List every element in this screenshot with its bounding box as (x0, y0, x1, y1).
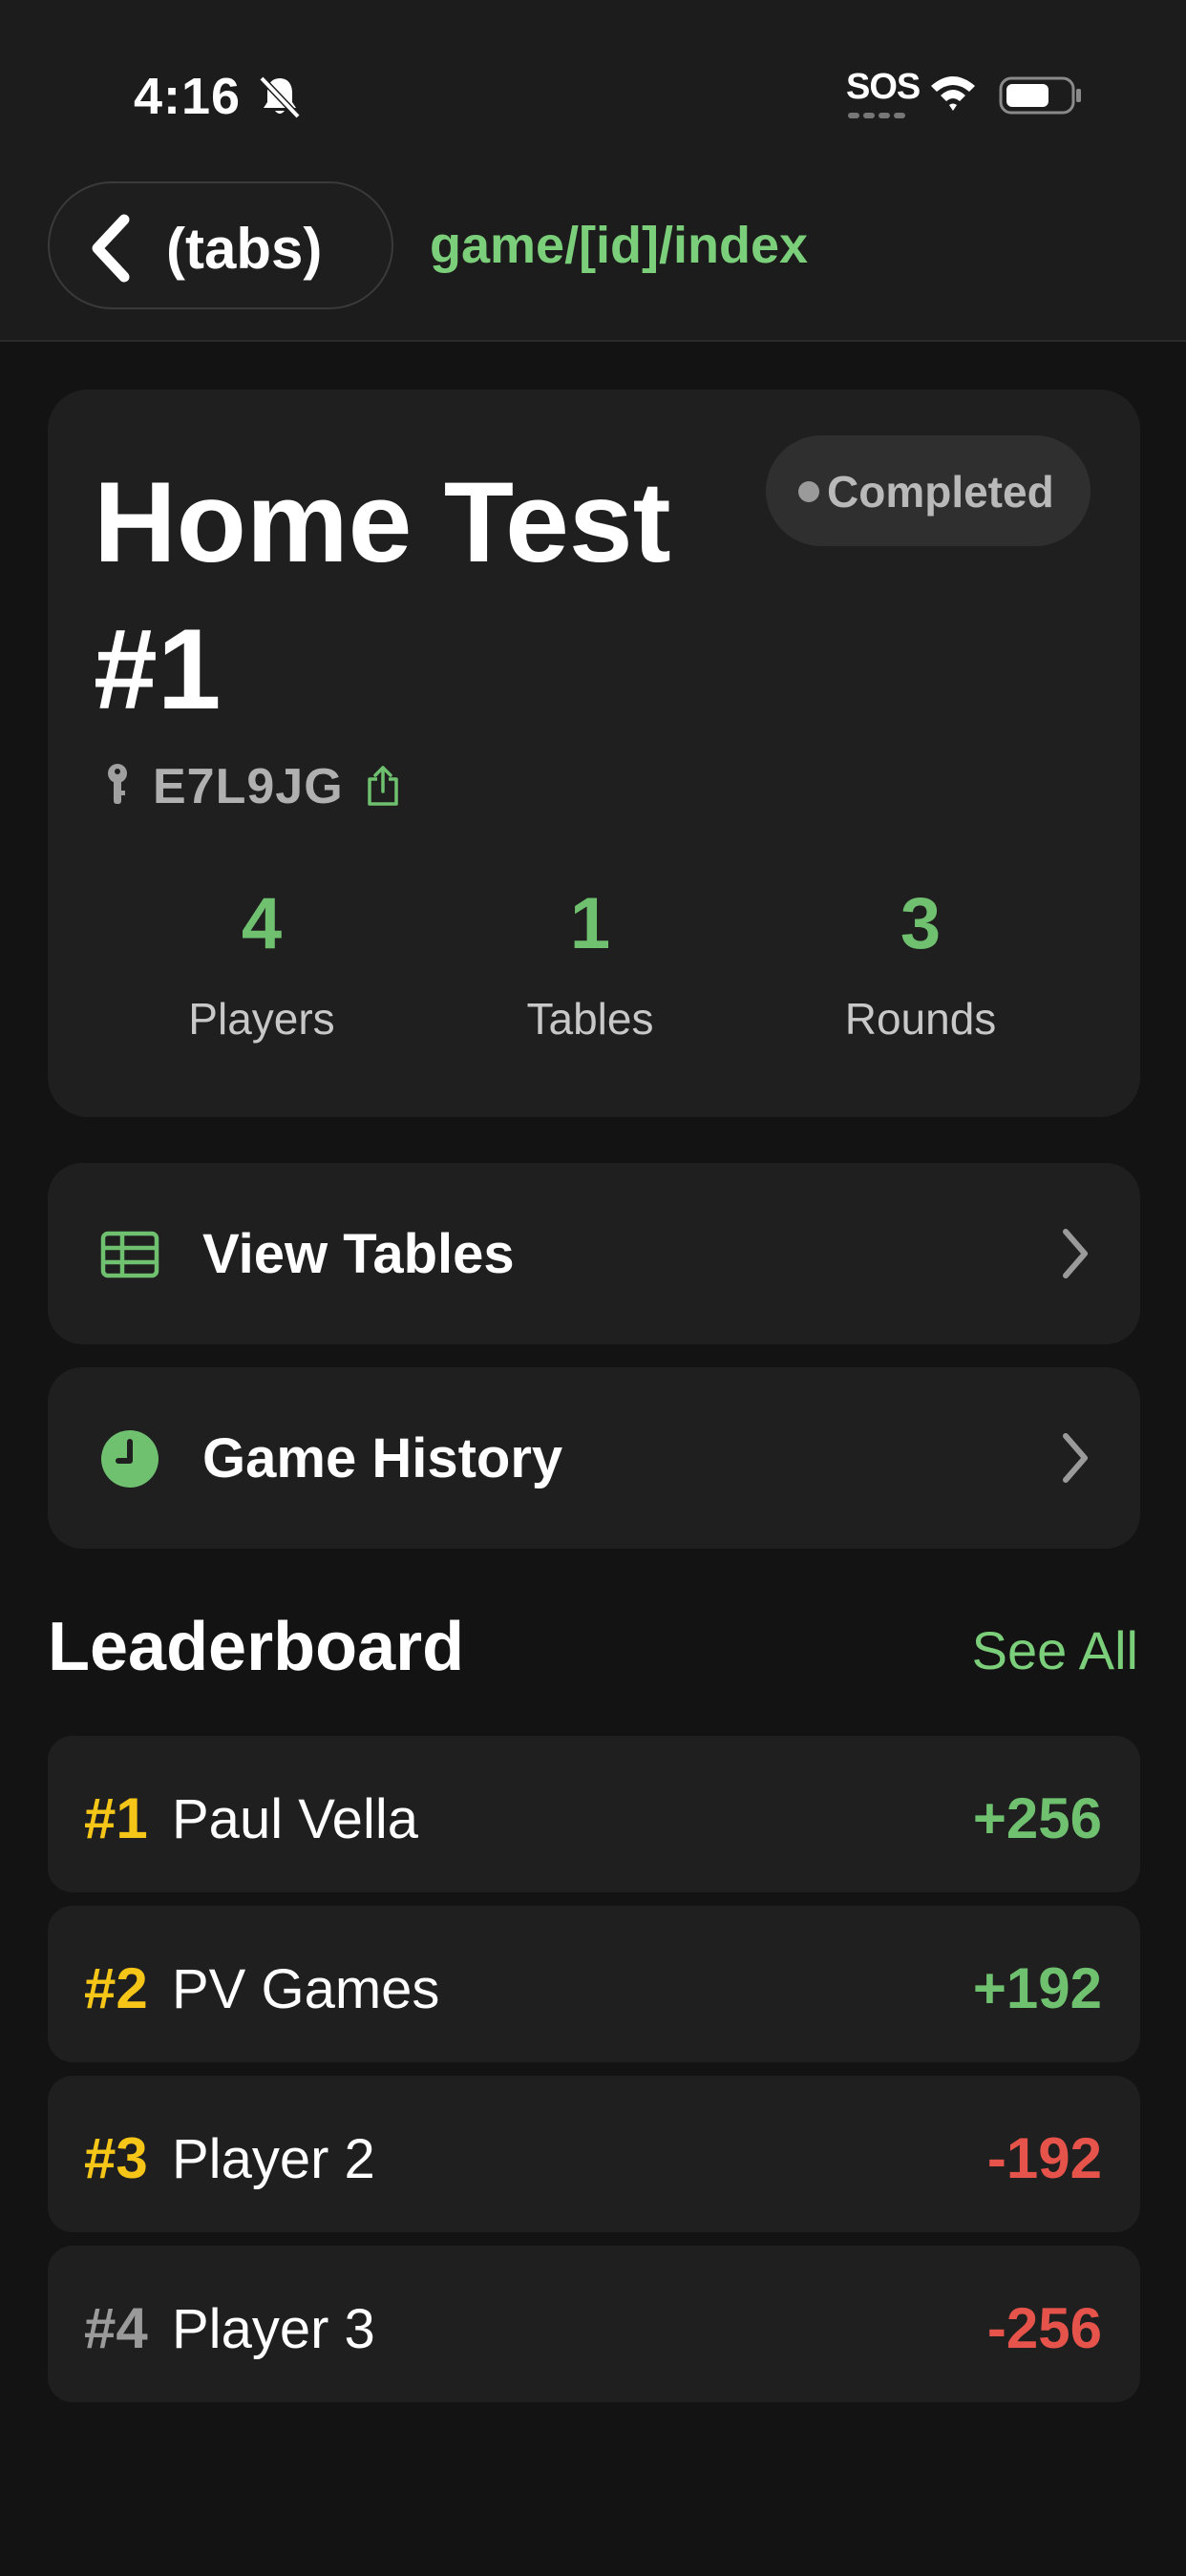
route-title: game/[id]/index (430, 217, 809, 274)
key-icon (108, 764, 127, 804)
player-name: Paul Vella (172, 1788, 418, 1850)
view-tables-button[interactable]: View Tables (48, 1163, 1140, 1344)
stat-value: 3 (900, 883, 942, 964)
player-score: +192 (972, 1956, 1102, 2020)
player-name: Player 2 (172, 2128, 375, 2190)
stat-label: Players (188, 994, 335, 1044)
leaderboard-row[interactable]: #2 PV Games +192 (48, 1906, 1140, 2062)
menu-label: Game History (202, 1427, 563, 1489)
player-name: Player 3 (172, 2298, 375, 2360)
player-score: -256 (986, 2296, 1102, 2360)
rank-label: #1 (84, 1786, 148, 1850)
status-dot-icon (798, 481, 819, 502)
leaderboard-row[interactable]: #3 Player 2 -192 (48, 2076, 1140, 2232)
table-icon (100, 1231, 159, 1278)
game-history-button[interactable]: Game History (48, 1367, 1140, 1549)
leaderboard-row[interactable]: #4 Player 3 -256 (48, 2246, 1140, 2402)
stat-value: 1 (569, 883, 611, 964)
see-all-link[interactable]: See All (972, 1619, 1138, 1681)
status-badge: Completed (766, 435, 1091, 546)
battery-icon (999, 76, 1081, 115)
join-code: E7L9JG (153, 759, 344, 814)
stat-label: Tables (526, 994, 654, 1044)
nav-header: 4:16 SOS (tabs) game/[id]/index (0, 0, 1186, 342)
share-icon[interactable] (365, 764, 401, 808)
status-text: Completed (827, 467, 1054, 517)
rank-label: #4 (84, 2296, 148, 2360)
back-button[interactable]: (tabs) (48, 181, 393, 309)
game-screen: 4:16 SOS (tabs) game/[id]/index Home Tes… (0, 0, 1186, 2576)
stat-label: Rounds (844, 994, 997, 1044)
leaderboard-title: Leaderboard (48, 1609, 465, 1685)
wifi-icon (931, 76, 975, 111)
bell-slash-icon (259, 75, 301, 119)
stat-value: 4 (241, 883, 283, 964)
menu-label: View Tables (202, 1223, 515, 1285)
stat-tables: 1 Tables (447, 882, 733, 1045)
clock-icon (101, 1430, 159, 1488)
stat-players: 4 Players (118, 882, 405, 1045)
rank-label: #3 (84, 2126, 148, 2190)
game-title: Home Test #1 (94, 458, 671, 733)
chevron-right-icon (1063, 1229, 1088, 1278)
player-score: +256 (972, 1786, 1102, 1850)
chevron-left-icon (92, 214, 130, 283)
signal-dots-icon (848, 113, 905, 118)
sos-indicator: SOS (846, 67, 921, 107)
status-time: 4:16 (134, 68, 242, 125)
player-name: PV Games (172, 1958, 440, 2020)
leaderboard-row[interactable]: #1 Paul Vella +256 (48, 1736, 1140, 1892)
stat-rounds: 3 Rounds (777, 882, 1064, 1045)
back-label: (tabs) (166, 217, 323, 281)
game-summary-card: Home Test #1 Completed E7L9JG 4 Players … (48, 390, 1140, 1117)
rank-label: #2 (84, 1956, 148, 2020)
player-score: -192 (986, 2126, 1102, 2190)
chevron-right-icon (1063, 1433, 1088, 1483)
